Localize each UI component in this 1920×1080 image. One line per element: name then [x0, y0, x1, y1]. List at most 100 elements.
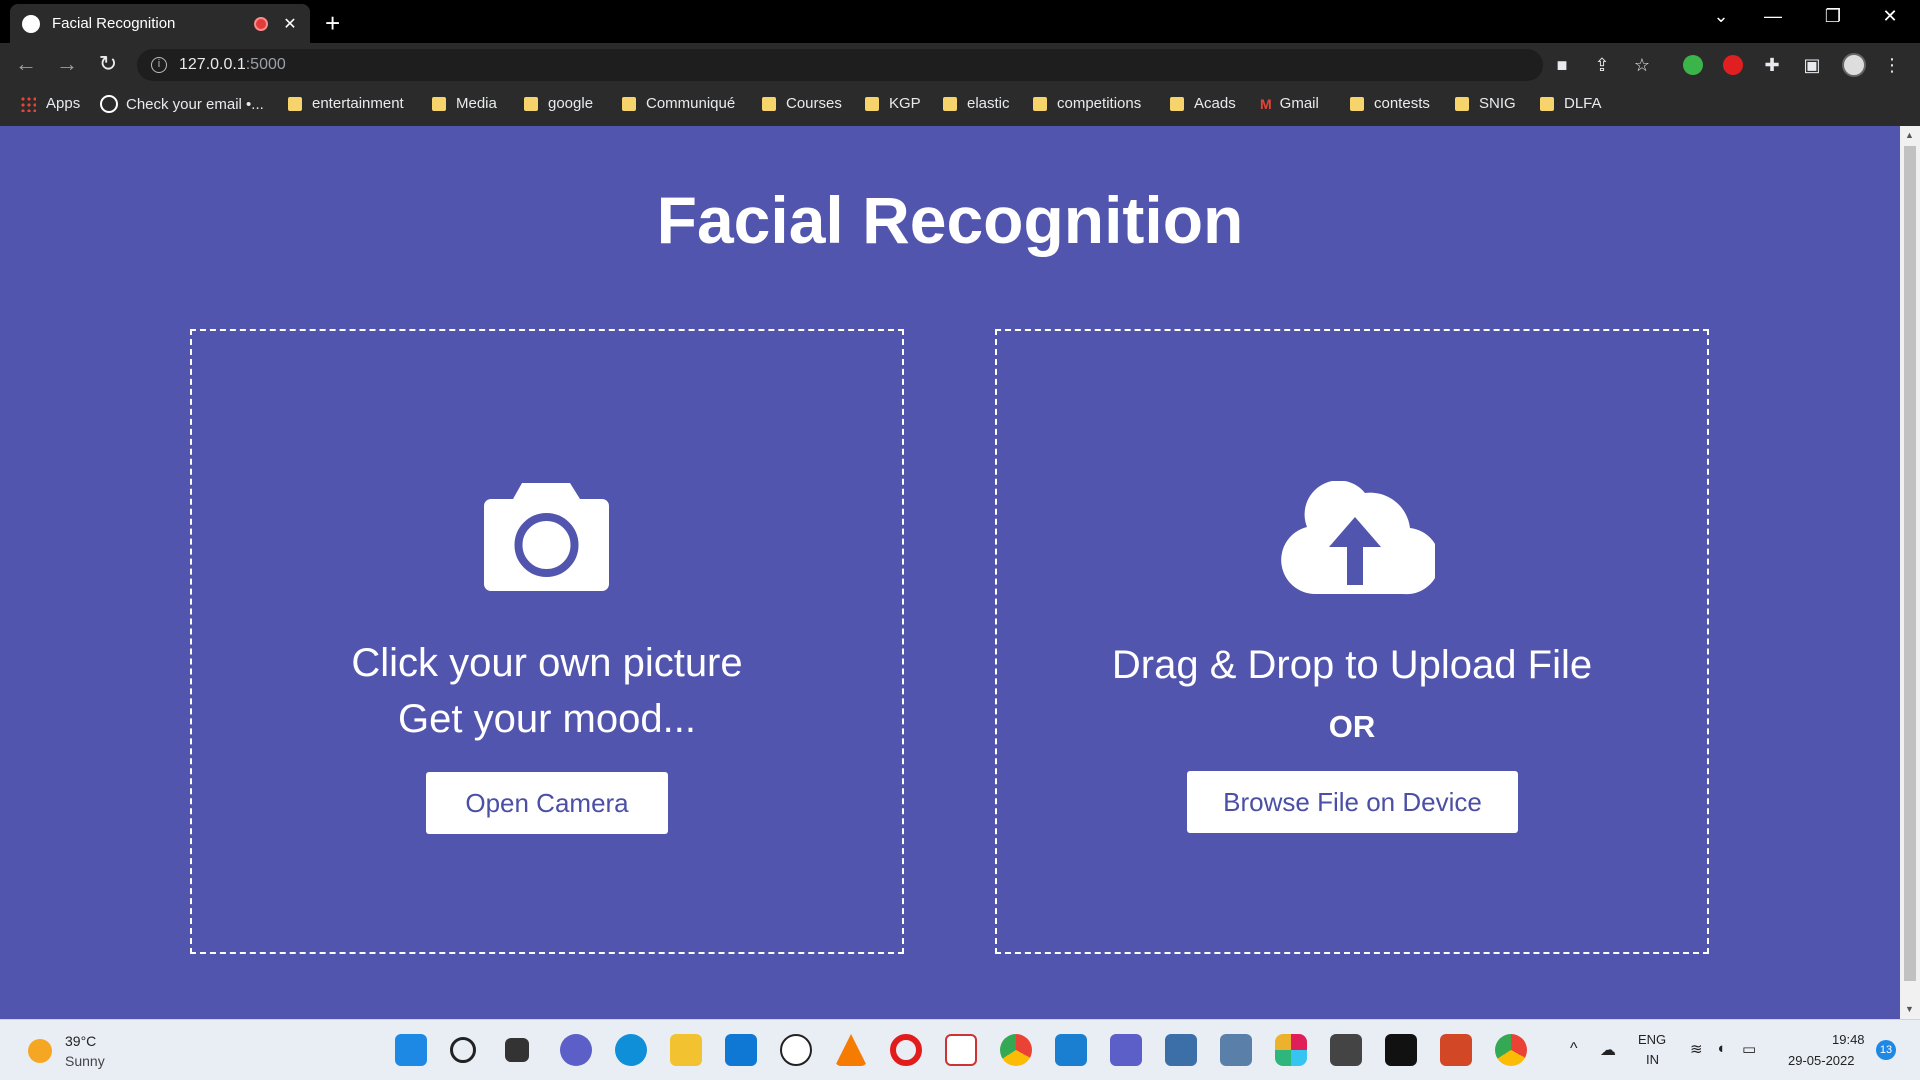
bookmark-star-icon[interactable]: ☆ — [1630, 53, 1654, 77]
battery-icon[interactable]: ▭ — [1742, 1040, 1756, 1058]
folder-icon — [1170, 96, 1184, 111]
bookmark-apps[interactable]: Apps — [20, 95, 80, 112]
site-info-icon[interactable]: i — [151, 57, 167, 73]
cmd-icon[interactable] — [1385, 1034, 1417, 1066]
folder-icon — [524, 96, 538, 111]
menu-icon[interactable]: ⋮ — [1880, 53, 1904, 77]
windows-taskbar: 39°C Sunny ^ ☁ ENG IN ≋ ◖ ▭ 19:48 29-05-… — [0, 1019, 1920, 1080]
browser-tab[interactable]: Facial Recognition ✕ — [10, 4, 310, 43]
chrome-icon[interactable] — [1000, 1034, 1032, 1066]
bookmark-folder[interactable]: google — [524, 95, 593, 112]
edge-icon[interactable] — [615, 1034, 647, 1066]
slack-icon[interactable] — [1275, 1034, 1307, 1066]
bookmark-folder[interactable]: KGP — [865, 95, 921, 112]
onedrive-icon[interactable]: ☁ — [1600, 1040, 1616, 1060]
address-bar[interactable]: i 127.0.0.1:5000 — [137, 49, 1543, 81]
file-explorer-icon[interactable] — [670, 1034, 702, 1066]
reload-icon[interactable]: ↻ — [94, 51, 122, 79]
clock-time[interactable]: 19:48 — [1832, 1032, 1865, 1047]
chrome-profile-icon[interactable] — [1495, 1034, 1527, 1066]
tab-favicon-icon — [22, 14, 40, 33]
bookmark-folder[interactable]: Courses — [762, 95, 842, 112]
bookmarks-bar: Apps Check your email •... entertainment… — [0, 86, 1920, 126]
email-site-icon — [100, 95, 118, 113]
powerpoint-icon[interactable] — [1440, 1034, 1472, 1066]
task-view-icon[interactable] — [505, 1038, 529, 1062]
bookmark-folder[interactable]: Media — [432, 95, 497, 112]
bookmark-folder[interactable]: Communiqué — [622, 95, 735, 112]
bookmark-folder[interactable]: contests — [1350, 95, 1430, 112]
wifi-icon[interactable]: ≋ — [1690, 1040, 1703, 1058]
browse-file-button[interactable]: Browse File on Device — [1187, 771, 1518, 833]
folder-icon — [943, 96, 957, 111]
sun-icon[interactable] — [28, 1039, 52, 1063]
app-icon[interactable] — [1165, 1034, 1197, 1066]
start-icon[interactable] — [395, 1034, 427, 1066]
new-tab-button[interactable]: + — [325, 8, 340, 39]
region-code[interactable]: IN — [1646, 1052, 1659, 1067]
extensions-icon[interactable]: ✚ — [1760, 53, 1784, 77]
bookmark-folder[interactable]: competitions — [1033, 95, 1141, 112]
teams-icon[interactable] — [1110, 1034, 1142, 1066]
terminal-icon[interactable] — [1330, 1034, 1362, 1066]
open-camera-button[interactable]: Open Camera — [426, 772, 668, 834]
show-hidden-icons[interactable]: ^ — [1570, 1040, 1578, 1058]
scroll-down-icon[interactable]: ▼ — [1905, 1004, 1914, 1014]
mail-icon[interactable] — [725, 1034, 757, 1066]
recording-icon — [254, 16, 268, 31]
browser-tab-strip: Facial Recognition ✕ + ⌄ — ❐ ✕ — [0, 0, 1920, 43]
bookmark-check-email[interactable]: Check your email •... — [100, 95, 264, 113]
opera-icon[interactable] — [890, 1034, 922, 1066]
back-icon[interactable]: ← — [12, 51, 40, 79]
xming-icon[interactable] — [945, 1034, 977, 1066]
folder-icon — [1455, 96, 1469, 111]
extension-red-icon[interactable] — [1723, 55, 1743, 75]
close-window-button[interactable]: ✕ — [1875, 6, 1905, 27]
forward-icon[interactable]: → — [53, 51, 81, 79]
scroll-up-icon[interactable]: ▲ — [1905, 130, 1914, 140]
vlc-icon[interactable] — [835, 1034, 867, 1066]
weather-condition[interactable]: Sunny — [65, 1053, 105, 1069]
minimize-button[interactable]: — — [1758, 6, 1788, 27]
scrollbar-thumb[interactable] — [1904, 146, 1916, 981]
bookmark-folder[interactable]: elastic — [943, 95, 1010, 112]
folder-icon — [865, 96, 879, 111]
restore-button[interactable]: ❐ — [1818, 6, 1848, 27]
bookmark-folder[interactable]: entertainment — [288, 95, 404, 112]
language-code[interactable]: ENG — [1638, 1032, 1666, 1047]
upload-panel[interactable]: Drag & Drop to Upload File OR Browse Fil… — [995, 329, 1709, 954]
camera-in-use-icon[interactable]: ■ — [1550, 53, 1574, 77]
bookmark-gmail[interactable]: M Gmail — [1260, 95, 1319, 112]
clock-date[interactable]: 29-05-2022 — [1788, 1053, 1855, 1068]
tab-title: Facial Recognition — [52, 15, 176, 32]
url-port: :5000 — [245, 56, 286, 73]
camera-panel: Click your own picture Get your mood... … — [190, 329, 904, 954]
notification-badge[interactable]: 13 — [1876, 1040, 1896, 1060]
bookmark-folder[interactable]: SNIG — [1455, 95, 1516, 112]
dell-icon[interactable] — [780, 1034, 812, 1066]
side-panel-icon[interactable]: ▣ — [1800, 53, 1824, 77]
volume-icon[interactable]: ◖ — [1716, 1040, 1725, 1057]
network-app-icon[interactable] — [1220, 1034, 1252, 1066]
folder-icon — [432, 96, 446, 111]
chat-icon[interactable] — [560, 1034, 592, 1066]
page-title: Facial Recognition — [656, 183, 1244, 257]
apps-grid-icon — [20, 95, 36, 112]
drag-drop-text: Drag & Drop to Upload File — [1111, 643, 1593, 687]
share-icon[interactable]: ⇪ — [1590, 53, 1614, 77]
browser-toolbar: ← → ↻ i 127.0.0.1:5000 ■ ⇪ ☆ ✚ ▣ ⋮ — [0, 43, 1920, 86]
tab-search-icon[interactable]: ⌄ — [1706, 6, 1736, 27]
profile-avatar[interactable] — [1842, 53, 1866, 77]
camera-prompt-line1: Click your own picture — [351, 641, 743, 685]
vscode-icon[interactable] — [1055, 1034, 1087, 1066]
weather-temperature[interactable]: 39°C — [65, 1033, 96, 1049]
tab-close-icon[interactable]: ✕ — [282, 14, 298, 34]
search-icon[interactable] — [450, 1037, 476, 1063]
gmail-icon: M — [1260, 95, 1272, 112]
extension-green-icon[interactable] — [1683, 55, 1703, 75]
page-viewport: Facial Recognition Click your own pictur… — [0, 126, 1900, 1019]
bookmark-folder[interactable]: DLFA — [1540, 95, 1602, 112]
page-scrollbar[interactable]: ▲ ▼ — [1900, 126, 1920, 1019]
folder-icon — [288, 96, 302, 111]
bookmark-folder[interactable]: Acads — [1170, 95, 1236, 112]
